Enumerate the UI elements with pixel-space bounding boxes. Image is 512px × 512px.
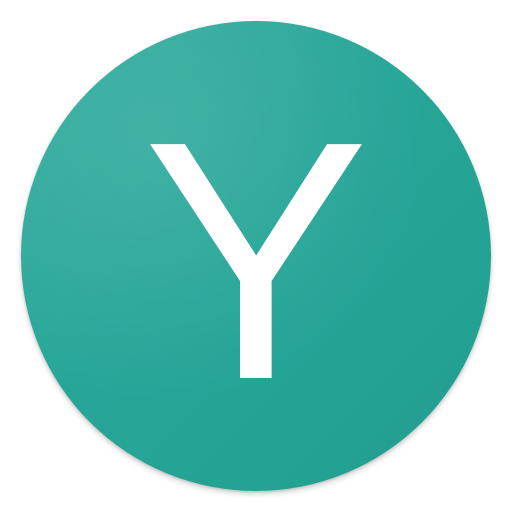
avatar-initial: Y: [142, 71, 370, 451]
app-icon-canvas: Y: [0, 0, 512, 512]
letter-avatar: Y: [21, 21, 491, 491]
